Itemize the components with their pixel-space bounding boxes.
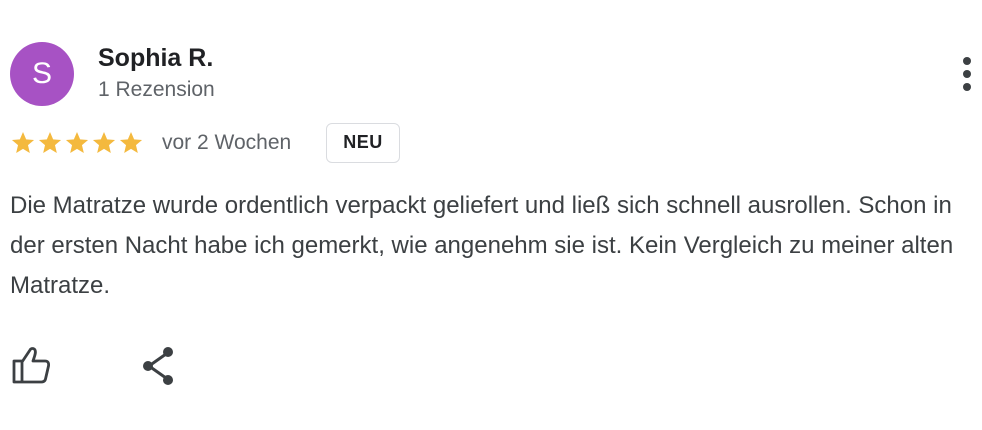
star-icon <box>37 130 63 158</box>
share-icon <box>143 347 173 385</box>
like-button[interactable] <box>10 344 54 386</box>
avatar[interactable]: S <box>10 42 74 106</box>
author-name[interactable]: Sophia R. <box>98 44 213 73</box>
review-date: vor 2 Wochen <box>162 131 292 154</box>
more-vert-icon <box>963 57 971 91</box>
star-icon <box>91 130 117 158</box>
more-options-button[interactable] <box>950 54 982 94</box>
share-button[interactable] <box>138 344 182 388</box>
star-rating <box>10 130 144 158</box>
author-review-count: 1 Rezension <box>98 78 215 101</box>
star-icon <box>118 130 144 158</box>
review-text: Die Matratze wurde ordentlich verpackt g… <box>10 192 954 299</box>
thumbs-up-icon <box>12 347 51 384</box>
star-icon <box>64 130 90 158</box>
new-badge: NEU <box>326 123 400 163</box>
star-icon <box>10 130 36 158</box>
